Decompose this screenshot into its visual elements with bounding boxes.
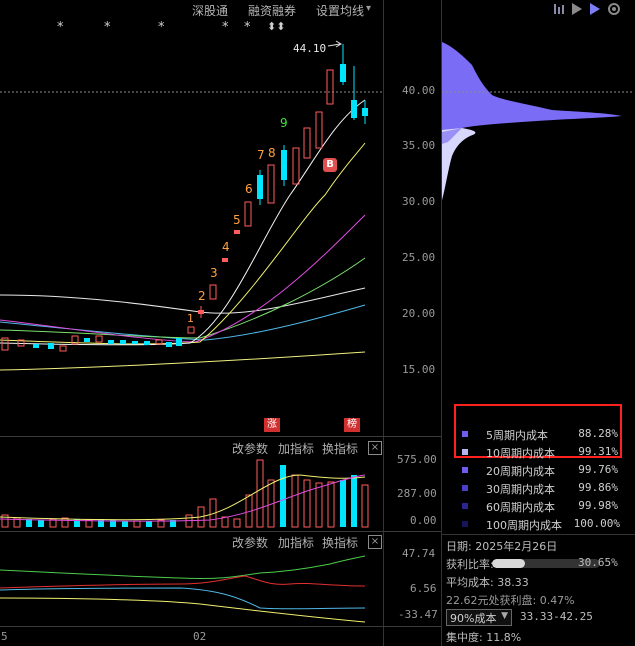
legend-swatch (462, 521, 468, 527)
candlestick-chart[interactable] (0, 0, 383, 436)
volume-panel-top-border (0, 436, 441, 437)
legend-swatch (462, 431, 468, 437)
td-count-label: 2 (198, 289, 206, 303)
average-cost: 平均成本: 38.33 (446, 576, 529, 589)
volume-axis-label: 0.00 (410, 514, 437, 527)
ranking-tag[interactable]: 榜 (344, 418, 360, 432)
cost-legend-row[interactable]: 5周期内成本 88.28% (462, 427, 622, 443)
price-axis-label: 20.00 (402, 307, 436, 320)
chart-bars-icon[interactable] (552, 2, 566, 16)
legend-name: 10周期内成本 (486, 447, 555, 460)
candles[interactable] (1, 44, 368, 352)
cost-legend-row[interactable]: 60周期内成本 99.98% (462, 499, 622, 515)
td-count-label: 8 (268, 146, 276, 160)
td-count-label: 1 (187, 312, 194, 325)
price-axis-label: 40.00 (402, 84, 436, 97)
legend-value: 88.28% (578, 427, 618, 440)
legend-swatch (462, 503, 468, 509)
xaxis-label: 02 (193, 630, 207, 643)
indicator-panel-top-border (0, 531, 441, 532)
legend-value: 99.98% (578, 499, 618, 512)
flag-icon[interactable] (570, 2, 584, 16)
td-count-label: 9 (280, 116, 288, 130)
price-axis-divider (383, 0, 384, 646)
buy-signal-marker[interactable]: B (323, 158, 337, 172)
flag-active-icon[interactable] (588, 2, 602, 16)
close-icon[interactable]: × (368, 535, 382, 549)
settings-gear-icon[interactable] (606, 1, 622, 17)
indicator-axis-label: -33.47 (398, 608, 438, 621)
td-count-label: 6 (245, 182, 253, 196)
close-icon[interactable]: × (368, 441, 382, 455)
td-count-label: 3 (210, 266, 218, 280)
legend-name: 30周期内成本 (486, 483, 555, 496)
xaxis-label: 5 (1, 630, 8, 643)
indicator-axis-label: 47.74 (402, 547, 436, 560)
high-price-label: 44.10 (293, 42, 327, 55)
chip-date: 日期: 2025年2月26日 (446, 540, 558, 553)
legend-name: 100周期内成本 (486, 519, 562, 532)
concentration: 集中度: 11.8% (446, 631, 522, 644)
legend-value: 99.76% (578, 463, 618, 476)
cost-legend-row[interactable]: 100周期内成本 100.00% (462, 517, 632, 533)
legend-name: 20周期内成本 (486, 465, 555, 478)
legend-value: 99.31% (578, 445, 618, 458)
profit-ratio-label: 获利比率: (446, 558, 494, 571)
cost-percent-select-value: 90%成本 (450, 612, 497, 625)
chip-info-divider (442, 534, 635, 535)
legend-swatch (462, 467, 468, 473)
profit-at-price: 22.62元处获利盘: 0.47% (446, 594, 575, 607)
volume-chart[interactable] (0, 455, 383, 531)
legend-swatch (462, 449, 468, 455)
cost-range: 33.33-42.25 (520, 610, 593, 623)
volume-axis-label: 287.00 (397, 487, 437, 500)
chip-distribution-chart[interactable] (442, 30, 635, 410)
volume-axis-label: 575.00 (397, 453, 437, 466)
price-axis-label: 35.00 (402, 139, 436, 152)
indicator-chart[interactable] (0, 548, 383, 626)
cost-legend-row[interactable]: 30周期内成本 99.86% (462, 481, 622, 497)
td-count-label: 5 (233, 213, 241, 227)
legend-name: 60周期内成本 (486, 501, 555, 514)
td-count-label: 7 (257, 148, 265, 162)
td-count-label: 4 (222, 240, 230, 254)
indicator-axis-label: 6.56 (410, 582, 437, 595)
legend-value: 100.00% (573, 517, 620, 530)
price-axis-label: 25.00 (402, 251, 436, 264)
price-axis-label: 30.00 (402, 195, 436, 208)
cost-legend-row[interactable]: 10周期内成本 99.31% (462, 445, 622, 461)
legend-name: 5周期内成本 (486, 429, 548, 442)
cost-percent-select[interactable]: 90%成本 ▼ (446, 609, 512, 626)
price-axis-label: 15.00 (402, 363, 436, 376)
cost-legend-row[interactable]: 20周期内成本 99.76% (462, 463, 622, 479)
legend-value: 99.86% (578, 481, 618, 494)
limit-up-tag[interactable]: 涨 (264, 418, 280, 432)
xaxis-top-border (0, 626, 441, 627)
legend-swatch (462, 485, 468, 491)
profit-ratio-value: 30.65% (578, 556, 618, 569)
chevron-down-icon: ▼ (501, 611, 508, 621)
